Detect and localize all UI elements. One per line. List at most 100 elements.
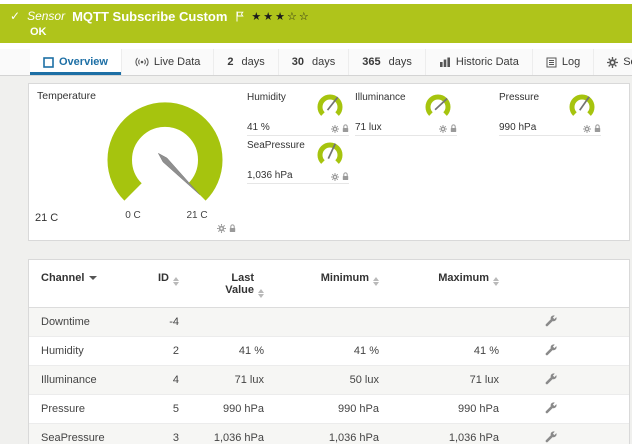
- cell-last-value: 41 %: [179, 337, 264, 366]
- cell-last-value: 71 lux: [179, 366, 264, 395]
- cell-minimum: 41 %: [264, 337, 379, 366]
- tab-historic-data[interactable]: Historic Data: [426, 49, 533, 75]
- seapressure-dial: [315, 140, 345, 170]
- col-actions: [499, 260, 629, 308]
- tab-label: days: [312, 56, 335, 68]
- cell-last-value: 1,036 hPa: [179, 424, 264, 444]
- flag-icon[interactable]: [236, 11, 244, 22]
- cell-maximum: 990 hPa: [379, 395, 499, 424]
- gauge-value: 41 %: [247, 122, 270, 133]
- col-id[interactable]: ID: [134, 260, 179, 308]
- cell-last-value: 990 hPa: [179, 395, 264, 424]
- sort-icon: [493, 277, 499, 286]
- gauge-settings-icon[interactable]: [583, 125, 591, 133]
- tab-label: days: [242, 56, 265, 68]
- illuminance-gauge: Illuminance 71 lux: [355, 92, 457, 136]
- gauge-settings-icon[interactable]: [331, 125, 339, 133]
- channel-settings-wrench-icon[interactable]: [544, 372, 557, 385]
- gauge-value: 1,036 hPa: [247, 170, 293, 181]
- cell-id: 2: [134, 337, 179, 366]
- table-row: Pressure 5 990 hPa 990 hPa 990 hPa: [29, 395, 629, 424]
- cell-id: -4: [134, 308, 179, 337]
- cell-maximum: [379, 308, 499, 337]
- col-minimum[interactable]: Minimum: [264, 260, 379, 308]
- gauge-needle: [158, 153, 199, 194]
- live-data-icon: [135, 57, 149, 67]
- cell-channel: SeaPressure: [29, 424, 134, 444]
- gauge-settings-icon[interactable]: [439, 125, 447, 133]
- lock-icon[interactable]: [342, 172, 349, 181]
- lock-icon[interactable]: [342, 124, 349, 133]
- tab-label: Log: [562, 56, 580, 68]
- sensor-header: ✓ Sensor MQTT Subscribe Custom ★★★☆☆ OK: [0, 4, 632, 43]
- cell-minimum: 50 lux: [264, 366, 379, 395]
- cell-minimum: [264, 308, 379, 337]
- col-maximum[interactable]: Maximum: [379, 260, 499, 308]
- gauge-scale-max: 21 C: [177, 210, 217, 221]
- pressure-dial: [567, 92, 597, 122]
- lock-icon[interactable]: [450, 124, 457, 133]
- tab-number: 365: [362, 56, 380, 68]
- cell-channel: Illuminance: [29, 366, 134, 395]
- table-row: Downtime -4: [29, 308, 629, 337]
- col-last-value[interactable]: Last Value: [179, 260, 264, 308]
- tab-label: days: [389, 56, 412, 68]
- illuminance-dial: [423, 92, 453, 122]
- cell-maximum: 41 %: [379, 337, 499, 366]
- table-row: SeaPressure 3 1,036 hPa 1,036 hPa 1,036 …: [29, 424, 629, 444]
- historic-data-icon: [439, 57, 451, 67]
- tab-label: Overview: [59, 56, 108, 68]
- col-channel[interactable]: Channel: [29, 260, 134, 308]
- gear-icon: [607, 57, 618, 68]
- table-header-row: Channel ID Last Value Minimum Maximum: [29, 260, 629, 308]
- channel-settings-wrench-icon[interactable]: [544, 343, 557, 356]
- lock-icon[interactable]: [594, 124, 601, 133]
- tab-2-days[interactable]: 2 days: [214, 49, 278, 75]
- gauge-settings-icon[interactable]: [217, 224, 226, 233]
- channels-panel: Channel ID Last Value Minimum Maximum Do…: [28, 259, 630, 444]
- priority-stars[interactable]: ★★★☆☆: [251, 10, 310, 23]
- ok-check-icon: ✓: [10, 10, 20, 22]
- tab-label: Settings: [623, 56, 632, 68]
- status-badge: OK: [30, 26, 622, 39]
- cell-last-value: [179, 308, 264, 337]
- channel-settings-wrench-icon[interactable]: [544, 401, 557, 414]
- tab-365-days[interactable]: 365 days: [349, 49, 426, 75]
- lock-icon[interactable]: [229, 224, 236, 233]
- cell-minimum: 1,036 hPa: [264, 424, 379, 444]
- sort-icon: [258, 289, 264, 298]
- humidity-gauge: Humidity 41 %: [247, 92, 349, 136]
- temperature-gauge: [99, 94, 231, 226]
- cell-maximum: 71 lux: [379, 366, 499, 395]
- channel-settings-wrench-icon[interactable]: [544, 430, 557, 443]
- channels-table: Channel ID Last Value Minimum Maximum Do…: [29, 260, 629, 444]
- gauge-scale-min: 0 C: [113, 210, 153, 221]
- tab-live-data[interactable]: Live Data: [122, 49, 214, 75]
- sort-desc-icon: [89, 276, 97, 280]
- page-title: MQTT Subscribe Custom: [72, 9, 227, 24]
- gauges-panel: Temperature 0 C 21 C 21 C Humidity 41 % …: [28, 83, 630, 241]
- gauge-label: Humidity: [247, 92, 286, 103]
- cell-maximum: 1,036 hPa: [379, 424, 499, 444]
- tab-label: Live Data: [154, 56, 200, 68]
- seapressure-gauge: SeaPressure 1,036 hPa: [247, 140, 349, 184]
- overview-icon: [43, 57, 54, 68]
- temperature-value: 21 C: [35, 212, 58, 224]
- gauge-settings-icon[interactable]: [331, 173, 339, 181]
- cell-channel: Pressure: [29, 395, 134, 424]
- gauge-label: Illuminance: [355, 92, 406, 103]
- cell-id: 3: [134, 424, 179, 444]
- tab-settings[interactable]: Settings: [594, 49, 632, 75]
- tab-overview[interactable]: Overview: [30, 49, 122, 75]
- tab-30-days[interactable]: 30 days: [279, 49, 350, 75]
- humidity-dial: [315, 92, 345, 122]
- gauge-label: SeaPressure: [247, 140, 305, 151]
- gauge-value: 990 hPa: [499, 122, 536, 133]
- channel-settings-wrench-icon[interactable]: [544, 314, 557, 327]
- cell-id: 4: [134, 366, 179, 395]
- tab-number: 2: [227, 56, 233, 68]
- tab-log[interactable]: Log: [533, 49, 594, 75]
- sensor-type-label: Sensor: [27, 9, 65, 23]
- table-row: Illuminance 4 71 lux 50 lux 71 lux: [29, 366, 629, 395]
- tab-label: Historic Data: [456, 56, 519, 68]
